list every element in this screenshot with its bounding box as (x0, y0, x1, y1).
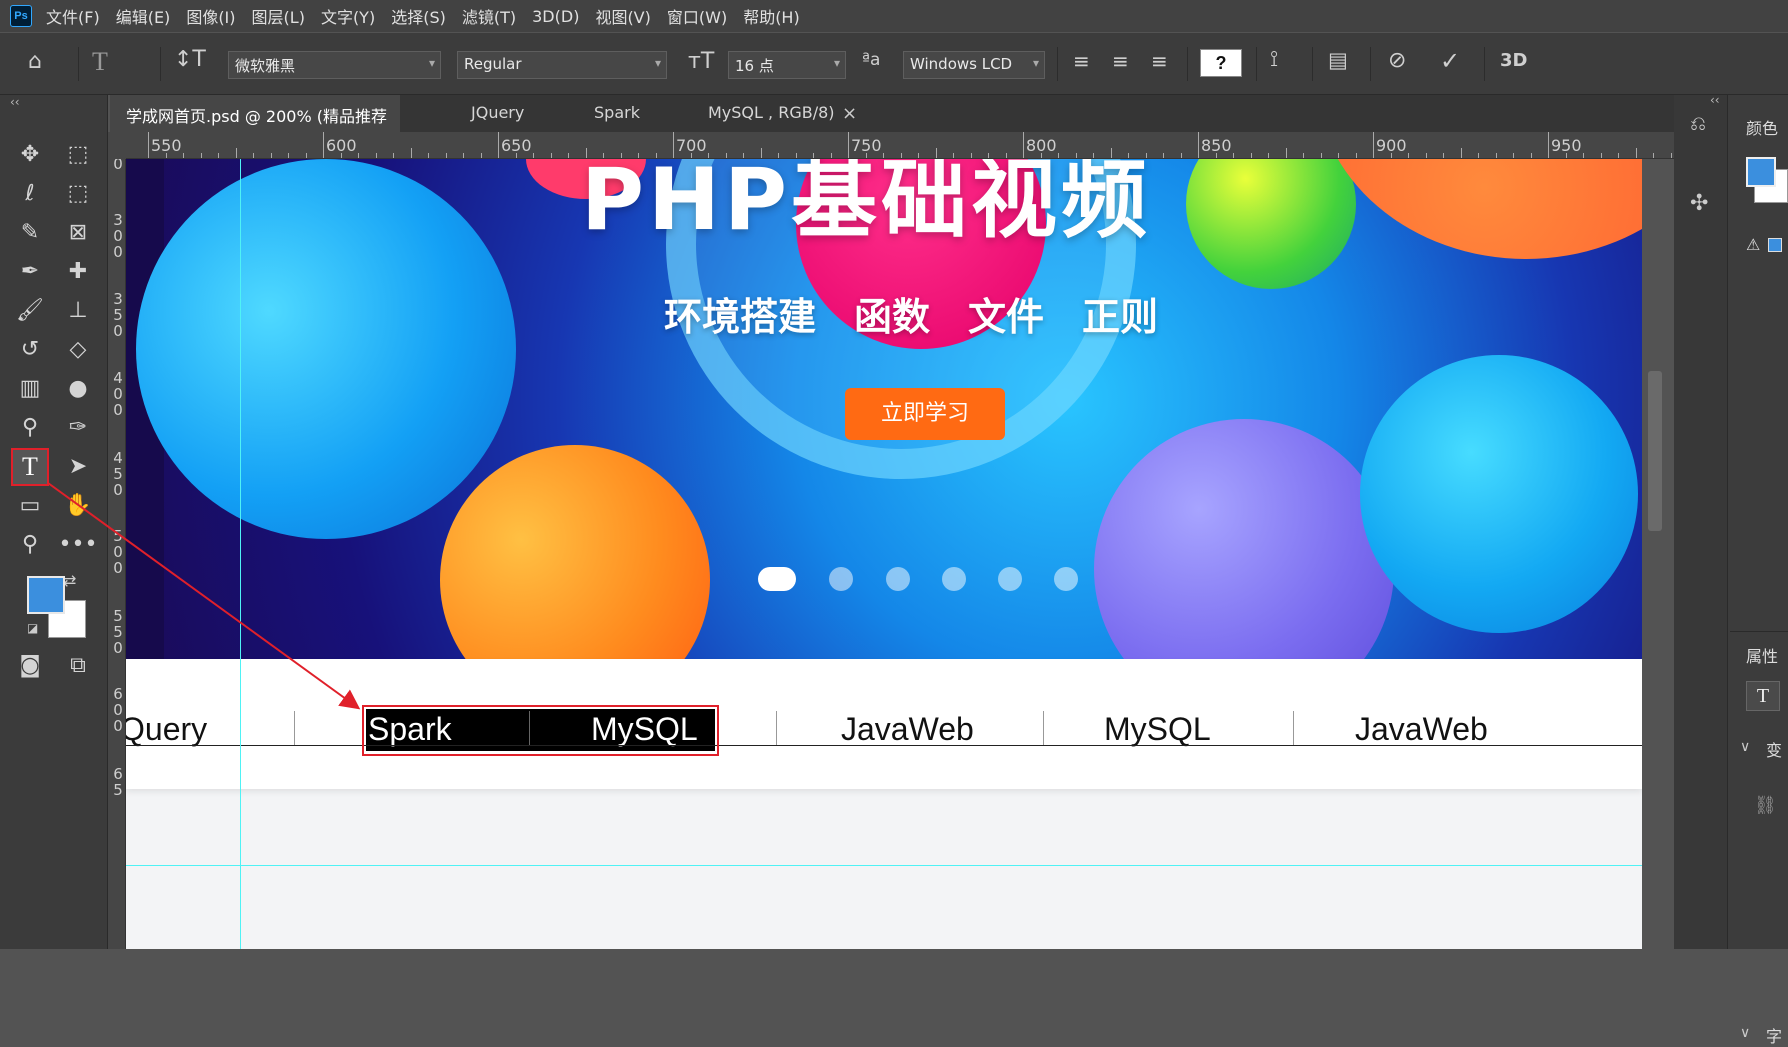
chevron-down-icon[interactable]: ∨ (1740, 739, 1750, 755)
gamut-warning-icon[interactable]: ⚠ (1746, 235, 1760, 254)
collapse-panel-icon[interactable]: ‹‹ (1710, 93, 1720, 107)
annotation-arrow (47, 482, 361, 710)
panel-icon-strip: ⎌ ✣ (1674, 95, 1728, 949)
panel-foreground-swatch[interactable] (1746, 157, 1776, 187)
character-section-label[interactable]: 字 (1766, 1023, 1782, 1047)
vertical-scrollbar-thumb[interactable] (1648, 371, 1662, 531)
color-panel-title[interactable]: 颜色 (1746, 115, 1778, 139)
chevron-down-icon[interactable]: ∨ (1740, 1025, 1750, 1041)
right-panel-dock: ⎌ ✣ ‹‹ 颜色 ⚠ 属性 T ∨ 变 ⛓ ∨ 字 (1674, 93, 1788, 1046)
canvas-scroll-area (1642, 159, 1674, 949)
link-icon[interactable]: ⛓ (1754, 795, 1777, 816)
history-panel-icon[interactable]: ⎌ (1690, 111, 1706, 135)
transform-section-label[interactable]: 变 (1766, 737, 1782, 761)
panel-divider (1730, 631, 1788, 632)
plugins-panel-icon[interactable]: ✣ (1690, 191, 1708, 216)
gamut-swatch[interactable] (1768, 238, 1782, 252)
text-layer-icon: T (1746, 681, 1780, 711)
properties-panel-title[interactable]: 属性 (1746, 643, 1778, 667)
